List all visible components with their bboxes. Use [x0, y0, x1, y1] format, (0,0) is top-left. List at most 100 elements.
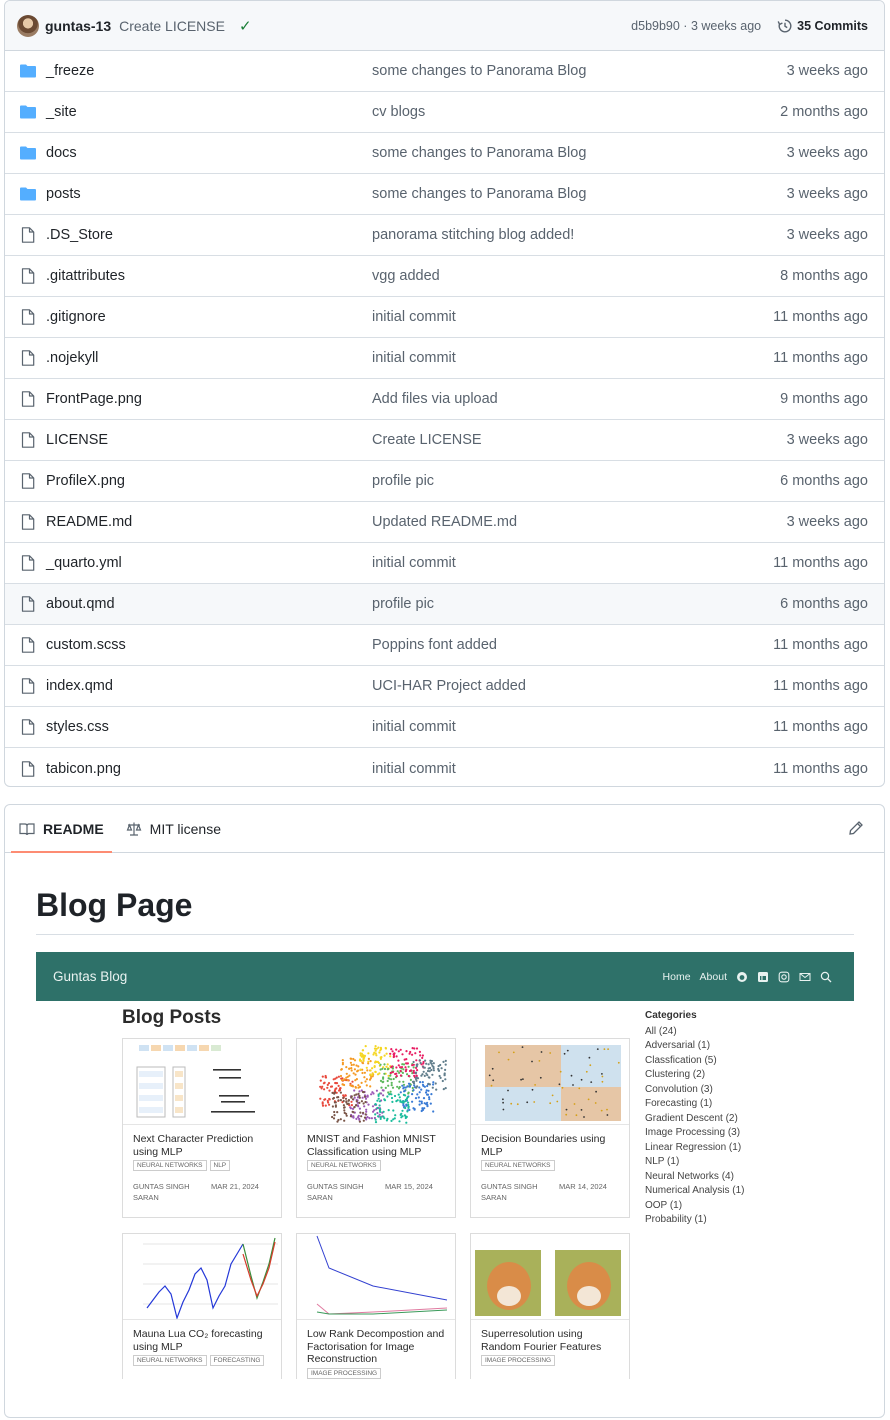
card-title: MNIST and Fashion MNIST Classification u…: [307, 1133, 436, 1158]
file-row[interactable]: .gitignore initial commit 11 months ago: [5, 297, 884, 338]
card-tag: NLP: [209, 1160, 231, 1172]
commit-message[interactable]: Create LICENSE: [119, 18, 225, 34]
card-tag: NEURAL NETWORKS: [133, 1160, 207, 1172]
file-commit-message[interactable]: cv blogs: [372, 104, 425, 120]
commit-sha-age[interactable]: d5b9b90 · 3 weeks ago: [631, 19, 761, 33]
card-thumbnail: [123, 1039, 281, 1125]
file-commit-age: 11 months ago: [773, 678, 868, 694]
card-thumbnail: [471, 1039, 629, 1125]
file-row[interactable]: posts some changes to Panorama Blog 3 week…: [5, 174, 884, 215]
file-row[interactable]: custom.scss Poppins font added 11 months a…: [5, 625, 884, 666]
file-commit-message[interactable]: profile pic: [372, 596, 434, 612]
card-date: MAR 15, 2024: [385, 1181, 433, 1191]
file-row[interactable]: about.qmd profile pic 6 months ago: [5, 584, 884, 625]
file-commit-age: 11 months ago: [773, 555, 868, 571]
heading-divider: [36, 934, 854, 935]
file-row[interactable]: .nojekyll initial commit 11 months ago: [5, 338, 884, 379]
file-commit-age: 3 weeks ago: [786, 514, 868, 530]
file-name[interactable]: ProfileX.png: [46, 473, 125, 489]
file-row[interactable]: tabicon.png initial commit 11 months ago: [5, 748, 884, 786]
file-commit-message[interactable]: initial commit: [372, 555, 456, 571]
category-item: Image Processing (3): [645, 1127, 741, 1138]
file-row[interactable]: _site cv blogs 2 months ago: [5, 92, 884, 133]
file-name[interactable]: _site: [46, 104, 77, 120]
avatar[interactable]: [17, 14, 39, 37]
file-commit-message[interactable]: Create LICENSE: [372, 432, 482, 448]
file-row[interactable]: .gitattributes vgg added 8 months ago: [5, 256, 884, 297]
pencil-icon[interactable]: [848, 820, 864, 836]
file-commit-message[interactable]: panorama stitching blog added!: [372, 227, 574, 243]
card-tag: IMAGE PROCESSING: [481, 1355, 556, 1367]
file-name[interactable]: FrontPage.png: [46, 391, 142, 407]
category-item: Clustering (2): [645, 1069, 706, 1080]
file-row[interactable]: styles.css initial commit 11 months ago: [5, 707, 884, 748]
file-row[interactable]: _quarto.yml initial commit 11 months ago: [5, 543, 884, 584]
readme-heading: Blog Page: [36, 887, 193, 923]
file-name[interactable]: LICENSE: [46, 432, 108, 448]
book-icon: [19, 822, 35, 835]
category-item: NLP (1): [645, 1156, 680, 1167]
file-name[interactable]: tabicon.png: [46, 761, 121, 777]
folder-icon: [19, 62, 37, 80]
category-item: Gradient Descent (2): [645, 1112, 738, 1124]
commits-count: 35 Commits: [797, 18, 868, 33]
file-commit-message[interactable]: initial commit: [372, 761, 456, 777]
file-commit-message[interactable]: some changes to Panorama Blog: [372, 186, 586, 202]
file-name[interactable]: README.md: [46, 514, 132, 530]
card-tags: IMAGE PROCESSING: [297, 1366, 455, 1379]
file-name[interactable]: posts: [46, 186, 81, 202]
readme-panel: README MIT license Blog Page Guntas Blog…: [4, 804, 885, 1418]
blog-card: Superresolution using Random Fourier Fea…: [470, 1233, 630, 1379]
file-name[interactable]: docs: [46, 145, 77, 161]
blog-card: MNIST and Fashion MNIST Classification u…: [296, 1038, 456, 1218]
commits-link[interactable]: 35 Commits: [777, 18, 868, 34]
file-name[interactable]: styles.css: [46, 719, 109, 735]
file-row[interactable]: FrontPage.png Add files via upload 9 month…: [5, 379, 884, 420]
file-name[interactable]: about.qmd: [46, 596, 115, 612]
file-name[interactable]: .gitattributes: [46, 268, 125, 284]
file-commit-age: 3 weeks ago: [786, 227, 868, 243]
nav-about: About: [699, 970, 727, 983]
file-commit-message[interactable]: UCI-HAR Project added: [372, 678, 526, 694]
file-commit-message[interactable]: initial commit: [372, 350, 456, 366]
file-commit-age: 3 weeks ago: [786, 145, 868, 161]
file-row[interactable]: README.md Updated README.md 3 weeks ago: [5, 502, 884, 543]
categories-heading: Categories: [645, 1010, 697, 1021]
file-row[interactable]: _freeze some changes to Panorama Blog 3 we…: [5, 51, 884, 92]
file-commit-age: 2 months ago: [780, 104, 868, 120]
file-commit-message[interactable]: vgg added: [372, 268, 440, 284]
file-row[interactable]: docs some changes to Panorama Blog 3 weeks…: [5, 133, 884, 174]
file-commit-message[interactable]: Updated README.md: [372, 514, 517, 530]
file-row[interactable]: index.qmd UCI-HAR Project added 11 months …: [5, 666, 884, 707]
file-commit-age: 11 months ago: [773, 309, 868, 325]
file-name[interactable]: _freeze: [46, 63, 94, 79]
file-commit-age: 11 months ago: [773, 350, 868, 366]
file-name[interactable]: .gitignore: [46, 309, 106, 325]
file-name[interactable]: .nojekyll: [46, 350, 98, 366]
check-icon[interactable]: ✓: [239, 17, 252, 35]
tab-readme[interactable]: README: [11, 805, 112, 853]
card-thumbnail: [471, 1234, 629, 1320]
card-date: MAR 21, 2024: [211, 1181, 259, 1191]
file-commit-age: 11 months ago: [773, 637, 868, 653]
file-commit-message[interactable]: some changes to Panorama Blog: [372, 145, 586, 161]
file-name[interactable]: _quarto.yml: [46, 555, 122, 571]
file-commit-message[interactable]: initial commit: [372, 309, 456, 325]
category-item: Neural Networks (4): [645, 1170, 734, 1182]
file-commit-message[interactable]: Poppins font added: [372, 637, 497, 653]
file-name[interactable]: custom.scss: [46, 637, 126, 653]
file-commit-message[interactable]: Add files via upload: [372, 391, 498, 407]
file-name[interactable]: index.qmd: [46, 678, 113, 694]
file-row[interactable]: LICENSE Create LICENSE 3 weeks ago: [5, 420, 884, 461]
file-commit-age: 9 months ago: [780, 391, 868, 407]
blog-card: Next Character Prediction using MLP NEUR…: [122, 1038, 282, 1218]
tab-license[interactable]: MIT license: [118, 805, 229, 853]
file-name[interactable]: .DS_Store: [46, 227, 113, 243]
file-commit-message[interactable]: some changes to Panorama Blog: [372, 63, 586, 79]
file-commit-message[interactable]: initial commit: [372, 719, 456, 735]
blog-screenshot: Guntas Blog Home About Blog Posts Next C…: [36, 952, 854, 1379]
commit-author[interactable]: guntas-13: [45, 18, 111, 34]
file-row[interactable]: .DS_Store panorama stitching blog added! 3…: [5, 215, 884, 256]
file-commit-message[interactable]: profile pic: [372, 473, 434, 489]
file-row[interactable]: ProfileX.png profile pic 6 months ago: [5, 461, 884, 502]
